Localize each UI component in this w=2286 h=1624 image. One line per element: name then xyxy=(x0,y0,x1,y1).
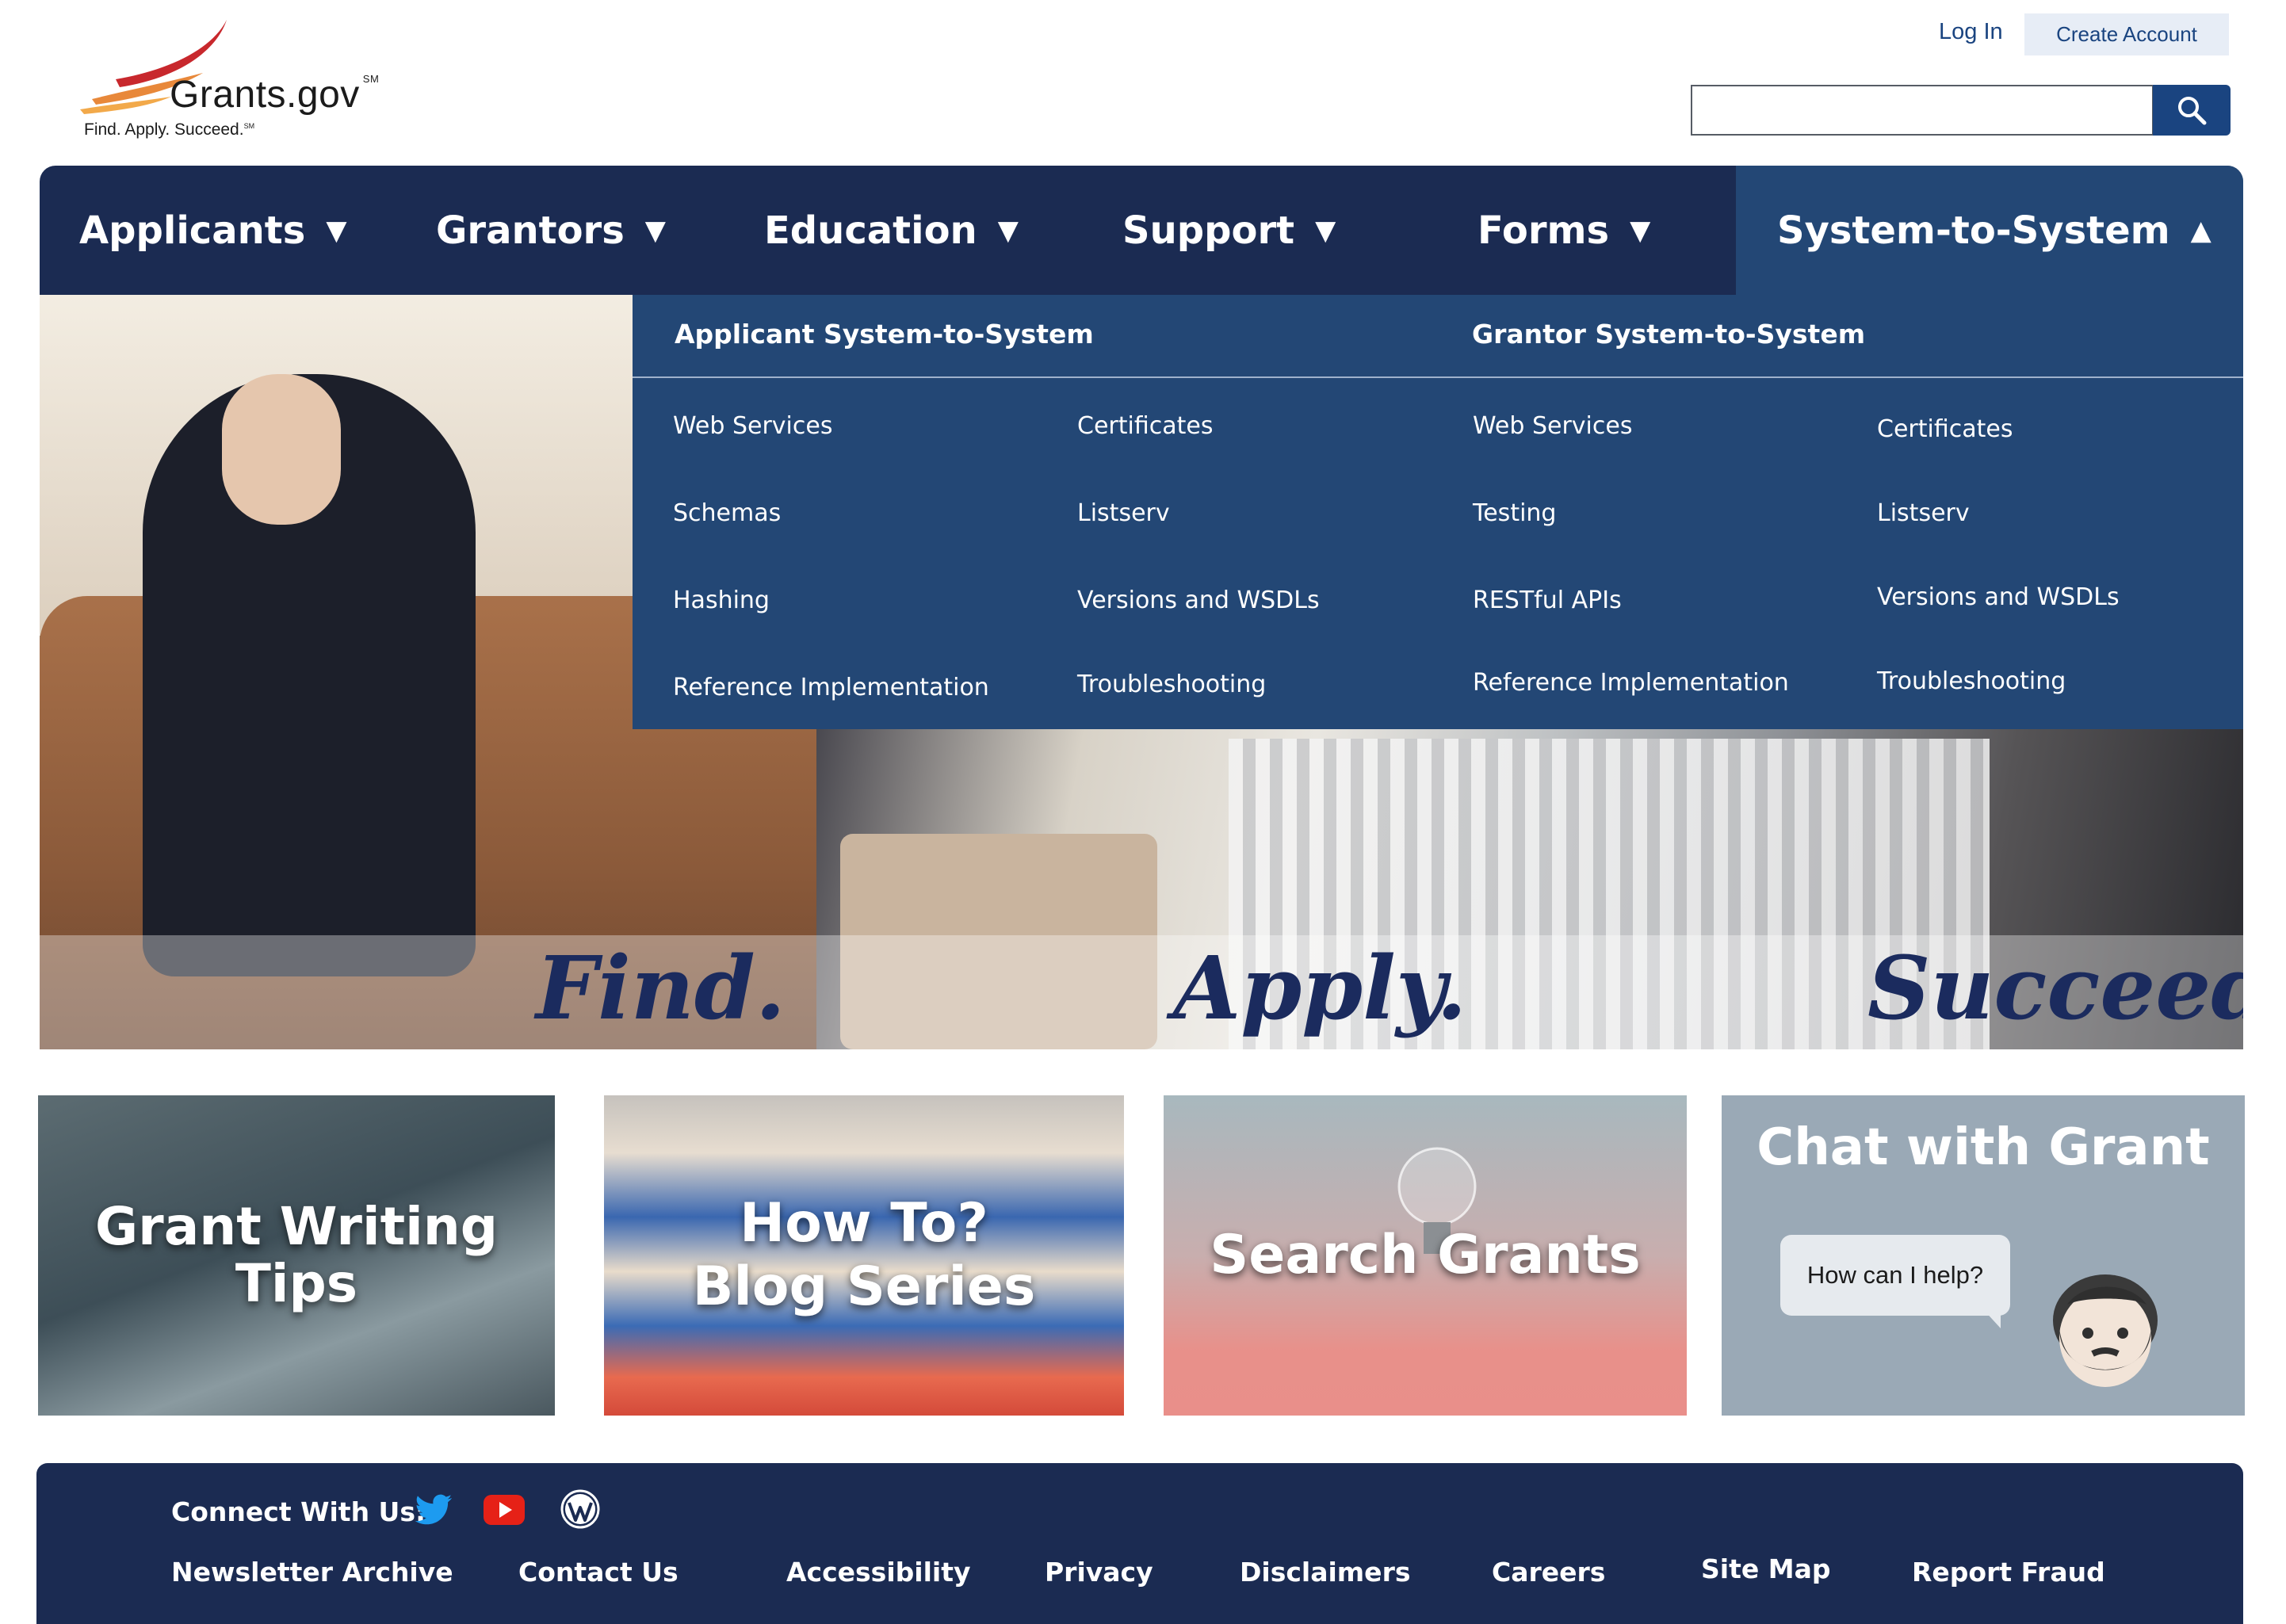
nav-grantors[interactable]: Grantors ▼ xyxy=(436,166,666,295)
footer-disclaimers-link[interactable]: Disclaimers xyxy=(1240,1557,1410,1588)
footer-contact-us-link[interactable]: Contact Us xyxy=(518,1557,679,1588)
search-icon xyxy=(2178,97,2207,125)
caret-down-icon: ▼ xyxy=(644,214,666,246)
nav-applicants[interactable]: Applicants ▼ xyxy=(79,166,346,295)
nav-label: Forms xyxy=(1477,208,1610,253)
search-button[interactable] xyxy=(2153,85,2231,136)
grantor-versions-wsdls-link[interactable]: Versions and WSDLs xyxy=(1877,583,2120,611)
applicant-reference-implementation-link[interactable]: Reference Implementation xyxy=(673,674,989,701)
search-grants-card[interactable]: Search Grants xyxy=(1164,1095,1687,1416)
grantor-web-services-link[interactable]: Web Services xyxy=(1473,412,1632,440)
footer-privacy-link[interactable]: Privacy xyxy=(1045,1557,1153,1588)
dropdown-divider xyxy=(633,376,2243,378)
chat-bubble: How can I help? xyxy=(1780,1235,2010,1316)
caret-down-icon: ▼ xyxy=(1315,214,1336,246)
grantor-certificates-link[interactable]: Certificates xyxy=(1877,415,2013,443)
grantor-listserv-link[interactable]: Listserv xyxy=(1877,499,1970,527)
caret-down-icon: ▼ xyxy=(1630,214,1651,246)
card-title-line: How To? xyxy=(740,1192,988,1255)
chat-with-grant-card[interactable]: Chat with Grant How can I help? xyxy=(1722,1095,2245,1416)
applicant-listserv-link[interactable]: Listserv xyxy=(1077,499,1170,527)
card-title: Grant Writing Tips xyxy=(95,1198,498,1313)
twitter-icon[interactable] xyxy=(412,1487,457,1531)
logo-tagline: Find. Apply. Succeed.SM xyxy=(84,120,255,139)
avatar-icon xyxy=(2053,1274,2158,1387)
caret-up-icon: ▲ xyxy=(2190,214,2211,246)
nav-support[interactable]: Support ▼ xyxy=(1122,166,1336,295)
how-to-blog-series-card[interactable]: How To? Blog Series xyxy=(604,1095,1124,1416)
site-header: Grants.gov SM Find. Apply. Succeed.SM Log… xyxy=(0,0,2286,166)
applicant-hashing-link[interactable]: Hashing xyxy=(673,587,770,614)
site-footer: Connect With Us: Newsletter Archive Cont… xyxy=(36,1463,2243,1624)
nav-label: System-to-System xyxy=(1777,208,2170,253)
logo-wordmark: Grants.gov SM xyxy=(170,73,380,116)
card-title: How To? Blog Series xyxy=(693,1192,1036,1319)
chat-bubble-tail xyxy=(1983,1309,2001,1328)
card-title-line: Tips xyxy=(235,1253,358,1314)
connect-label: Connect With Us: xyxy=(171,1496,426,1527)
hero-face-decor xyxy=(222,374,341,525)
wordpress-icon[interactable] xyxy=(558,1487,602,1531)
youtube-icon[interactable] xyxy=(482,1487,526,1531)
create-account-button[interactable]: Create Account xyxy=(2024,13,2229,55)
applicant-versions-wsdls-link[interactable]: Versions and WSDLs xyxy=(1077,587,1320,614)
nav-label: Education xyxy=(764,208,977,253)
grant-writing-tips-card[interactable]: Grant Writing Tips xyxy=(38,1095,555,1416)
grantor-restful-apis-link[interactable]: RESTful APIs xyxy=(1473,587,1622,614)
applicant-web-services-link[interactable]: Web Services xyxy=(673,412,832,440)
card-title: Chat with Grant xyxy=(1757,1118,2210,1177)
nav-forms[interactable]: Forms ▼ xyxy=(1477,166,1650,295)
applicant-troubleshooting-link[interactable]: Troubleshooting xyxy=(1077,671,1266,698)
grantor-reference-implementation-link[interactable]: Reference Implementation xyxy=(1473,669,1789,697)
applicant-certificates-link[interactable]: Certificates xyxy=(1077,412,1213,440)
system-to-system-dropdown: Applicant System-to-System Grantor Syste… xyxy=(633,295,2243,729)
card-title: Search Grants xyxy=(1210,1224,1641,1286)
nav-education[interactable]: Education ▼ xyxy=(764,166,1019,295)
grantor-testing-link[interactable]: Testing xyxy=(1473,499,1556,527)
login-link[interactable]: Log In xyxy=(1939,19,2003,45)
footer-report-fraud-link[interactable]: Report Fraud xyxy=(1912,1557,2105,1588)
caret-down-icon: ▼ xyxy=(326,214,347,246)
main-nav: Applicants ▼ Grantors ▼ Education ▼ Supp… xyxy=(40,166,2243,295)
nav-label: Grantors xyxy=(436,208,625,253)
card-title-line: Grant Writing xyxy=(95,1196,498,1257)
applicant-s2s-heading[interactable]: Applicant System-to-System xyxy=(675,319,1094,350)
nav-system-to-system[interactable]: System-to-System ▲ xyxy=(1736,166,2243,295)
card-title-line: Blog Series xyxy=(692,1255,1036,1318)
footer-site-map-link[interactable]: Site Map xyxy=(1701,1553,1830,1584)
grantor-troubleshooting-link[interactable]: Troubleshooting xyxy=(1877,667,2066,695)
footer-newsletter-archive-link[interactable]: Newsletter Archive xyxy=(171,1557,453,1588)
nav-label: Support xyxy=(1122,208,1295,253)
grantor-s2s-heading[interactable]: Grantor System-to-System xyxy=(1472,319,1865,350)
grants-gov-logo[interactable]: Grants.gov SM Find. Apply. Succeed.SM xyxy=(76,16,409,143)
applicant-schemas-link[interactable]: Schemas xyxy=(673,499,781,527)
hero-word-apply: Apply. xyxy=(1173,937,1467,1039)
nav-label: Applicants xyxy=(79,208,306,253)
footer-accessibility-link[interactable]: Accessibility xyxy=(786,1557,970,1588)
search-input[interactable] xyxy=(1691,85,2154,136)
caret-down-icon: ▼ xyxy=(997,214,1019,246)
hero-word-find: Find. xyxy=(536,937,786,1039)
hero-word-succeed: Succeed. xyxy=(1867,937,2243,1039)
footer-careers-link[interactable]: Careers xyxy=(1492,1557,1605,1588)
